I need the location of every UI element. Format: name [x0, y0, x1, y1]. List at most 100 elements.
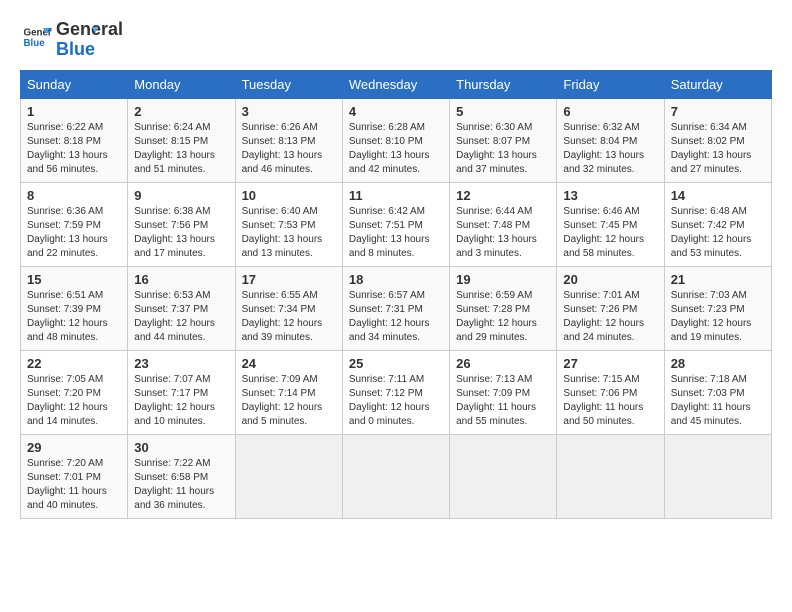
calendar-cell: 3 Sunrise: 6:26 AM Sunset: 8:13 PM Daylig… — [235, 98, 342, 182]
calendar-cell: 17 Sunrise: 6:55 AM Sunset: 7:34 PM Dayli… — [235, 266, 342, 350]
day-info: Sunrise: 7:05 AM Sunset: 7:20 PM Dayligh… — [27, 373, 121, 429]
calendar-cell: 24Sunrise: 7:09 AM Sunset: 7:14 PM Dayli… — [235, 350, 342, 434]
day-info: Sunrise: 6:24 AM Sunset: 8:15 PM Dayligh… — [134, 121, 228, 177]
calendar-cell: 6 Sunrise: 6:32 AM Sunset: 8:04 PM Daylig… — [557, 98, 664, 182]
calendar-cell: 9 Sunrise: 6:38 AM Sunset: 7:56 PM Daylig… — [128, 182, 235, 266]
day-number: 6 — [563, 104, 657, 119]
day-number: 5 — [456, 104, 550, 119]
day-info: Sunrise: 6:57 AM Sunset: 7:31 PM Dayligh… — [349, 289, 443, 345]
day-number: 10 — [242, 188, 336, 203]
day-number: 25 — [349, 356, 443, 371]
day-info: Sunrise: 6:44 AM Sunset: 7:48 PM Dayligh… — [456, 205, 550, 261]
calendar-cell: 2 Sunrise: 6:24 AM Sunset: 8:15 PM Daylig… — [128, 98, 235, 182]
calendar-cell: 5 Sunrise: 6:30 AM Sunset: 8:07 PM Daylig… — [450, 98, 557, 182]
column-header-monday: Monday — [128, 70, 235, 98]
day-info: Sunrise: 6:34 AM Sunset: 8:02 PM Dayligh… — [671, 121, 765, 177]
day-number: 9 — [134, 188, 228, 203]
calendar-cell — [342, 434, 449, 518]
day-number: 23 — [134, 356, 228, 371]
day-number: 4 — [349, 104, 443, 119]
day-number: 8 — [27, 188, 121, 203]
day-info: Sunrise: 6:42 AM Sunset: 7:51 PM Dayligh… — [349, 205, 443, 261]
calendar-cell: 16 Sunrise: 6:53 AM Sunset: 7:37 PM Dayli… — [128, 266, 235, 350]
calendar-cell: 14 Sunrise: 6:48 AM Sunset: 7:42 PM Dayli… — [664, 182, 771, 266]
day-info: Sunrise: 7:13 AM Sunset: 7:09 PM Dayligh… — [456, 373, 550, 429]
day-number: 20 — [563, 272, 657, 287]
day-info: Sunrise: 6:38 AM Sunset: 7:56 PM Dayligh… — [134, 205, 228, 261]
calendar-cell: 1 Sunrise: 6:22 AM Sunset: 8:18 PM Daylig… — [21, 98, 128, 182]
day-info: Sunrise: 6:53 AM Sunset: 7:37 PM Dayligh… — [134, 289, 228, 345]
day-number: 27 — [563, 356, 657, 371]
day-info: Sunrise: 6:46 AM Sunset: 7:45 PM Dayligh… — [563, 205, 657, 261]
day-number: 29 — [27, 440, 121, 455]
day-info: Sunrise: 6:26 AM Sunset: 8:13 PM Dayligh… — [242, 121, 336, 177]
calendar-cell — [664, 434, 771, 518]
day-number: 26 — [456, 356, 550, 371]
day-info: Sunrise: 6:32 AM Sunset: 8:04 PM Dayligh… — [563, 121, 657, 177]
calendar-week-2: 8 Sunrise: 6:36 AM Sunset: 7:59 PM Daylig… — [21, 182, 772, 266]
day-info: Sunrise: 7:18 AM Sunset: 7:03 PM Dayligh… — [671, 373, 765, 429]
calendar-cell: 21 Sunrise: 7:03 AM Sunset: 7:23 PM Dayli… — [664, 266, 771, 350]
day-number: 28 — [671, 356, 765, 371]
calendar-cell — [557, 434, 664, 518]
calendar-cell: 25 Sunrise: 7:11 AM Sunset: 7:12 PM Dayli… — [342, 350, 449, 434]
header: General Blue General Blue — [20, 20, 772, 60]
svg-text:Blue: Blue — [24, 38, 46, 49]
day-info: Sunrise: 6:51 AM Sunset: 7:39 PM Dayligh… — [27, 289, 121, 345]
calendar-cell: 22 Sunrise: 7:05 AM Sunset: 7:20 PM Dayli… — [21, 350, 128, 434]
calendar-cell: 28 Sunrise: 7:18 AM Sunset: 7:03 PM Dayli… — [664, 350, 771, 434]
day-number: 13 — [563, 188, 657, 203]
calendar-cell: 7 Sunrise: 6:34 AM Sunset: 8:02 PM Daylig… — [664, 98, 771, 182]
day-info: Sunrise: 7:03 AM Sunset: 7:23 PM Dayligh… — [671, 289, 765, 345]
day-number: 19 — [456, 272, 550, 287]
calendar-cell: 30Sunrise: 7:22 AM Sunset: 6:58 PM Dayli… — [128, 434, 235, 518]
day-info: Sunrise: 6:55 AM Sunset: 7:34 PM Dayligh… — [242, 289, 336, 345]
calendar-cell: 8 Sunrise: 6:36 AM Sunset: 7:59 PM Daylig… — [21, 182, 128, 266]
day-info: Sunrise: 6:22 AM Sunset: 8:18 PM Dayligh… — [27, 121, 121, 177]
calendar-cell: 23 Sunrise: 7:07 AM Sunset: 7:17 PM Dayli… — [128, 350, 235, 434]
logo: General Blue General Blue — [20, 20, 98, 60]
column-header-friday: Friday — [557, 70, 664, 98]
day-number: 7 — [671, 104, 765, 119]
day-number: 18 — [349, 272, 443, 287]
column-header-tuesday: Tuesday — [235, 70, 342, 98]
day-info: Sunrise: 7:07 AM Sunset: 7:17 PM Dayligh… — [134, 373, 228, 429]
day-number: 21 — [671, 272, 765, 287]
day-number: 3 — [242, 104, 336, 119]
day-info: Sunrise: 6:28 AM Sunset: 8:10 PM Dayligh… — [349, 121, 443, 177]
calendar-cell: 18 Sunrise: 6:57 AM Sunset: 7:31 PM Dayli… — [342, 266, 449, 350]
day-info: Sunrise: 7:01 AM Sunset: 7:26 PM Dayligh… — [563, 289, 657, 345]
day-info: Sunrise: 6:36 AM Sunset: 7:59 PM Dayligh… — [27, 205, 121, 261]
calendar-cell — [450, 434, 557, 518]
day-info: Sunrise: 6:30 AM Sunset: 8:07 PM Dayligh… — [456, 121, 550, 177]
calendar-header-row: SundayMondayTuesdayWednesdayThursdayFrid… — [21, 70, 772, 98]
calendar-cell: 19 Sunrise: 6:59 AM Sunset: 7:28 PM Dayli… — [450, 266, 557, 350]
calendar-cell: 27Sunrise: 7:15 AM Sunset: 7:06 PM Dayli… — [557, 350, 664, 434]
calendar-cell: 15 Sunrise: 6:51 AM Sunset: 7:39 PM Dayli… — [21, 266, 128, 350]
calendar-week-3: 15 Sunrise: 6:51 AM Sunset: 7:39 PM Dayli… — [21, 266, 772, 350]
calendar-cell: 13 Sunrise: 6:46 AM Sunset: 7:45 PM Dayli… — [557, 182, 664, 266]
day-info: Sunrise: 6:48 AM Sunset: 7:42 PM Dayligh… — [671, 205, 765, 261]
day-info: Sunrise: 7:20 AM Sunset: 7:01 PM Dayligh… — [27, 457, 121, 513]
calendar-cell — [235, 434, 342, 518]
calendar-week-1: 1 Sunrise: 6:22 AM Sunset: 8:18 PM Daylig… — [21, 98, 772, 182]
day-number: 2 — [134, 104, 228, 119]
calendar-cell: 29 Sunrise: 7:20 AM Sunset: 7:01 PM Dayli… — [21, 434, 128, 518]
day-number: 22 — [27, 356, 121, 371]
calendar-cell: 12 Sunrise: 6:44 AM Sunset: 7:48 PM Dayli… — [450, 182, 557, 266]
day-number: 15 — [27, 272, 121, 287]
day-number: 12 — [456, 188, 550, 203]
day-info: Sunrise: 6:59 AM Sunset: 7:28 PM Dayligh… — [456, 289, 550, 345]
column-header-wednesday: Wednesday — [342, 70, 449, 98]
calendar-cell: 26 Sunrise: 7:13 AM Sunset: 7:09 PM Dayli… — [450, 350, 557, 434]
calendar-cell: 10Sunrise: 6:40 AM Sunset: 7:53 PM Dayli… — [235, 182, 342, 266]
calendar-cell: 11Sunrise: 6:42 AM Sunset: 7:51 PM Dayli… — [342, 182, 449, 266]
day-info: Sunrise: 7:09 AM Sunset: 7:14 PM Dayligh… — [242, 373, 336, 429]
day-number: 16 — [134, 272, 228, 287]
calendar-table: SundayMondayTuesdayWednesdayThursdayFrid… — [20, 70, 772, 519]
day-number: 14 — [671, 188, 765, 203]
day-info: Sunrise: 7:11 AM Sunset: 7:12 PM Dayligh… — [349, 373, 443, 429]
day-number: 1 — [27, 104, 121, 119]
day-number: 17 — [242, 272, 336, 287]
calendar-week-5: 29 Sunrise: 7:20 AM Sunset: 7:01 PM Dayli… — [21, 434, 772, 518]
